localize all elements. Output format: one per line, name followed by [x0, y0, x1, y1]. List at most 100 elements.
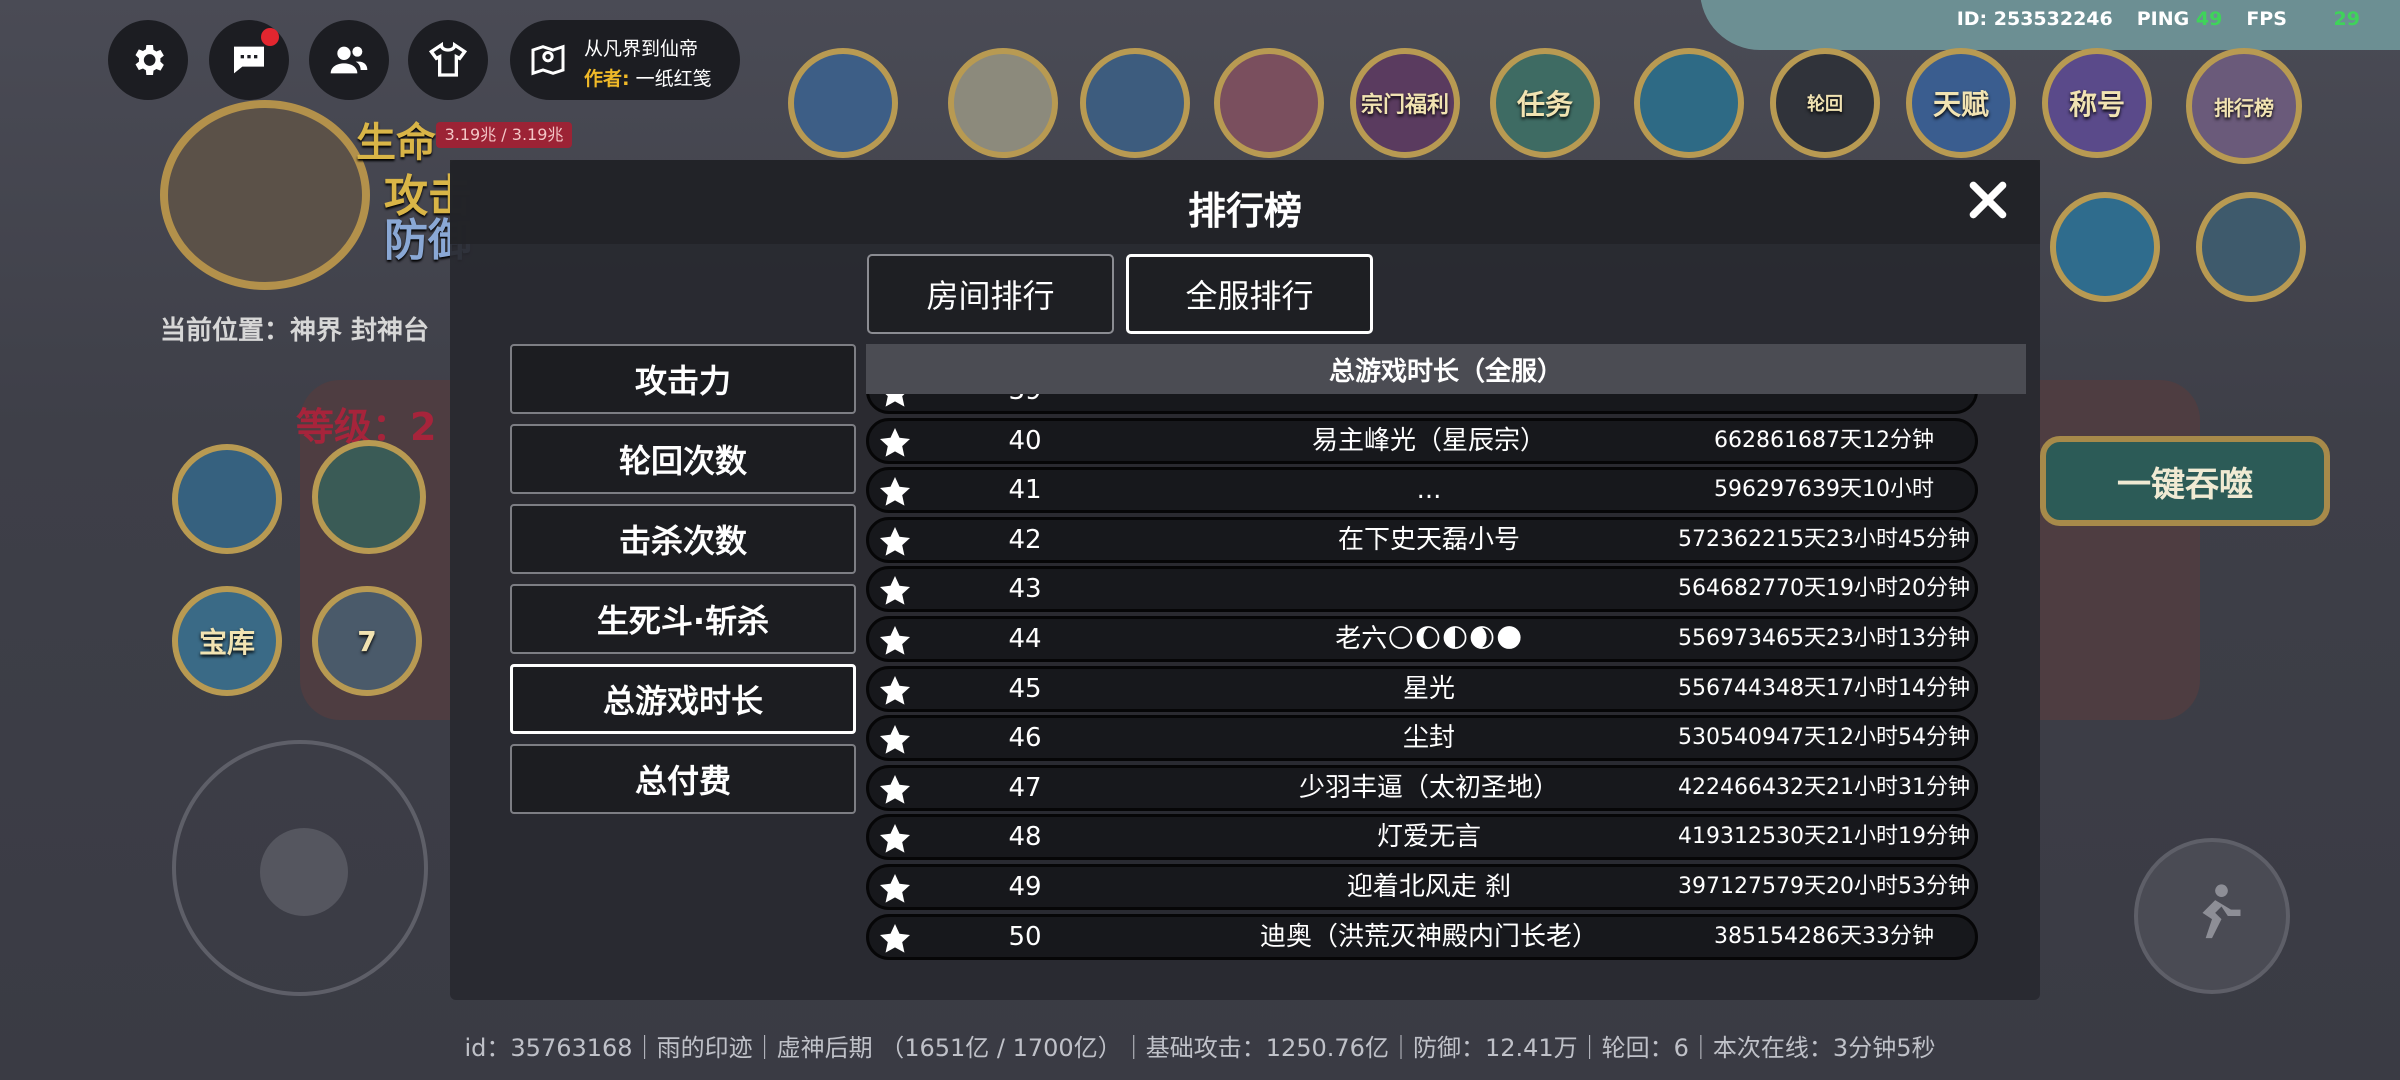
gear-icon: [135, 45, 164, 75]
left-icon-2[interactable]: [312, 440, 426, 554]
star-icon: [880, 774, 910, 804]
left-icon-4[interactable]: 7: [312, 586, 422, 696]
row-player-name: 老六🌕🌔🌓🌒🌑: [1335, 624, 1523, 654]
table-row[interactable]: 43 564682770天19小时20分钟: [866, 566, 1978, 613]
current-location: 当前位置：神界 封神台: [160, 316, 430, 346]
star-icon: [880, 923, 910, 953]
row-player-name: ...: [1416, 475, 1442, 506]
row-rank: 50: [1008, 921, 1042, 952]
row-playtime: 662861687天12分钟: [1714, 427, 1934, 453]
star-icon: [880, 725, 910, 754]
category-duel-kills[interactable]: 生死斗·斩杀: [510, 584, 856, 654]
people-icon: [330, 46, 368, 74]
category-total-playtime[interactable]: 总游戏时长: [510, 664, 856, 734]
map-info-chip[interactable]: 从凡界到仙帝 作者: 一纸红笺: [510, 20, 740, 100]
tab-server-ranking[interactable]: 全服排行: [1126, 254, 1373, 334]
row-player-name: 尘封: [1402, 723, 1455, 754]
row-player-name: 易主峰光（星辰宗）: [1311, 425, 1546, 456]
menu-icon-tasks[interactable]: 任务: [1490, 48, 1600, 158]
menu-icon-12[interactable]: [2050, 192, 2160, 302]
menu-icon-talent[interactable]: 天赋: [1906, 48, 2016, 158]
menu-icon-title[interactable]: 称号: [2042, 48, 2152, 158]
swallow-all-button[interactable]: 一键吞噬: [2040, 436, 2330, 526]
table-row[interactable]: 47 少羽丰逼（太初圣地） 422466432天21小时31分钟: [866, 764, 1978, 811]
running-figure-icon: [2202, 884, 2241, 939]
wardrobe-button[interactable]: [408, 20, 488, 100]
row-player-name: 星光: [1402, 673, 1455, 704]
player-info-bar: id：35763168｜雨的印迹｜虚神后期 （1651亿 / 1700亿）｜基础…: [464, 1034, 1936, 1062]
star-icon: [880, 675, 910, 705]
player-avatar[interactable]: [160, 100, 370, 290]
star-icon: [885, 394, 905, 407]
row-rank: 42: [1008, 524, 1042, 555]
star-icon: [880, 626, 910, 655]
tab-room-ranking[interactable]: 房间排行: [867, 254, 1114, 334]
movement-joystick[interactable]: [172, 740, 428, 996]
row-playtime: 419312530天21小时19分钟: [1678, 824, 1970, 850]
left-icon-treasury[interactable]: 宝库: [172, 586, 282, 696]
table-row[interactable]: 40 易主峰光（星辰宗） 662861687天12分钟: [866, 417, 1978, 464]
row-player-name: 少羽丰逼（太初圣地）: [1298, 772, 1559, 803]
table-row[interactable]: 49 迎着北风走 刹 397127579天20小时53分钟: [866, 864, 1978, 910]
row-player-name: 灯爱无言: [1376, 822, 1481, 853]
menu-icon-1[interactable]: [788, 48, 898, 158]
jump-button[interactable]: [2134, 838, 2290, 994]
table-row[interactable]: 45 星光 556744348天17小时14分钟: [866, 665, 1978, 712]
menu-icon-sect-welfare[interactable]: 宗门福利: [1350, 48, 1460, 158]
table-row[interactable]: 46 尘封 530540947天12小时54分钟: [866, 715, 1978, 762]
table-row[interactable]: 50 迪奥（洪荒灭神殿内门长老） 385154286天33分钟: [866, 913, 1978, 960]
star-icon: [880, 526, 910, 556]
row-rank: 49: [1008, 872, 1042, 902]
star-icon: [880, 427, 910, 457]
menu-icon-13[interactable]: [2196, 192, 2306, 302]
star-icon: [880, 576, 910, 606]
left-icon-1[interactable]: [172, 444, 282, 554]
map-pin-icon: [531, 44, 565, 76]
category-attack[interactable]: 攻击力: [510, 344, 856, 414]
menu-icon-4[interactable]: [1214, 48, 1324, 158]
star-icon: [880, 874, 910, 903]
author-label: 作者:: [584, 68, 630, 90]
ranking-list[interactable]: 39 40 易主峰光（星辰宗） 662861687天12分钟 41... 59629763…: [866, 394, 1978, 976]
map-name: 从凡界到仙帝: [584, 38, 699, 60]
table-row[interactable]: 48 灯爱无言 419312530天21小时19分钟: [866, 814, 1978, 861]
row-rank: 40: [1008, 425, 1042, 456]
row-playtime: 572362215天23小时45分钟: [1678, 526, 1970, 552]
category-kills[interactable]: 击杀次数: [510, 504, 856, 574]
menu-icon-ranking[interactable]: 排行榜: [2186, 48, 2302, 164]
menu-icon-reincarnation[interactable]: 轮回: [1770, 48, 1880, 158]
ping-label: PING: [2136, 8, 2190, 30]
row-player-name: 迪奥（洪荒灭神殿内门长老）: [1259, 921, 1598, 952]
fps-label: FPS: [2246, 8, 2287, 30]
ranking-subheader: 总游戏时长（全服）: [866, 344, 2026, 394]
joystick-knob[interactable]: [260, 828, 348, 916]
table-row[interactable]: 39: [866, 394, 1978, 414]
leaderboard-dialog: 排行榜 房间排行 全服排行 攻击力 轮回次数 击杀次数 生死斗·斩杀 总游戏时长…: [450, 160, 2040, 1000]
row-playtime: 556744348天17小时14分钟: [1678, 675, 1970, 701]
menu-icon-7[interactable]: [1634, 48, 1744, 158]
row-player-name: 在下史天磊小号: [1337, 524, 1520, 555]
settings-button[interactable]: [108, 20, 188, 100]
player-id: ID: 253532246: [1956, 8, 2113, 30]
friends-button[interactable]: [309, 20, 389, 100]
row-rank: 48: [1008, 822, 1042, 853]
author-name: 一纸红笺: [635, 68, 712, 90]
table-row[interactable]: 44 老六🌕🌔🌓🌒🌑 556973465天23小时13分钟: [866, 616, 1978, 662]
row-player-name: 迎着北风走 刹: [1346, 872, 1512, 902]
category-total-payment[interactable]: 总付费: [510, 744, 856, 814]
close-icon[interactable]: [1966, 178, 2010, 222]
dialog-title: 排行榜: [1187, 189, 1302, 233]
row-rank: 47: [1008, 772, 1042, 803]
row-rank: 44: [1008, 624, 1042, 654]
chat-button[interactable]: [209, 20, 289, 100]
row-playtime: 556973465天23小时13分钟: [1678, 626, 1970, 651]
menu-icon-3[interactable]: [1080, 48, 1190, 158]
menu-icon-2[interactable]: [948, 48, 1058, 158]
table-row[interactable]: 42 在下史天磊小号 572362215天23小时45分钟: [866, 516, 1978, 563]
table-row[interactable]: 41... 596297639天10小时: [866, 467, 1978, 514]
row-rank: 45: [1008, 673, 1042, 704]
category-reincarnations[interactable]: 轮回次数: [510, 424, 856, 494]
hp-bar: 3.19兆 / 3.19兆: [436, 122, 572, 148]
row-playtime: 385154286天33分钟: [1714, 923, 1934, 949]
row-rank: 46: [1008, 723, 1042, 754]
